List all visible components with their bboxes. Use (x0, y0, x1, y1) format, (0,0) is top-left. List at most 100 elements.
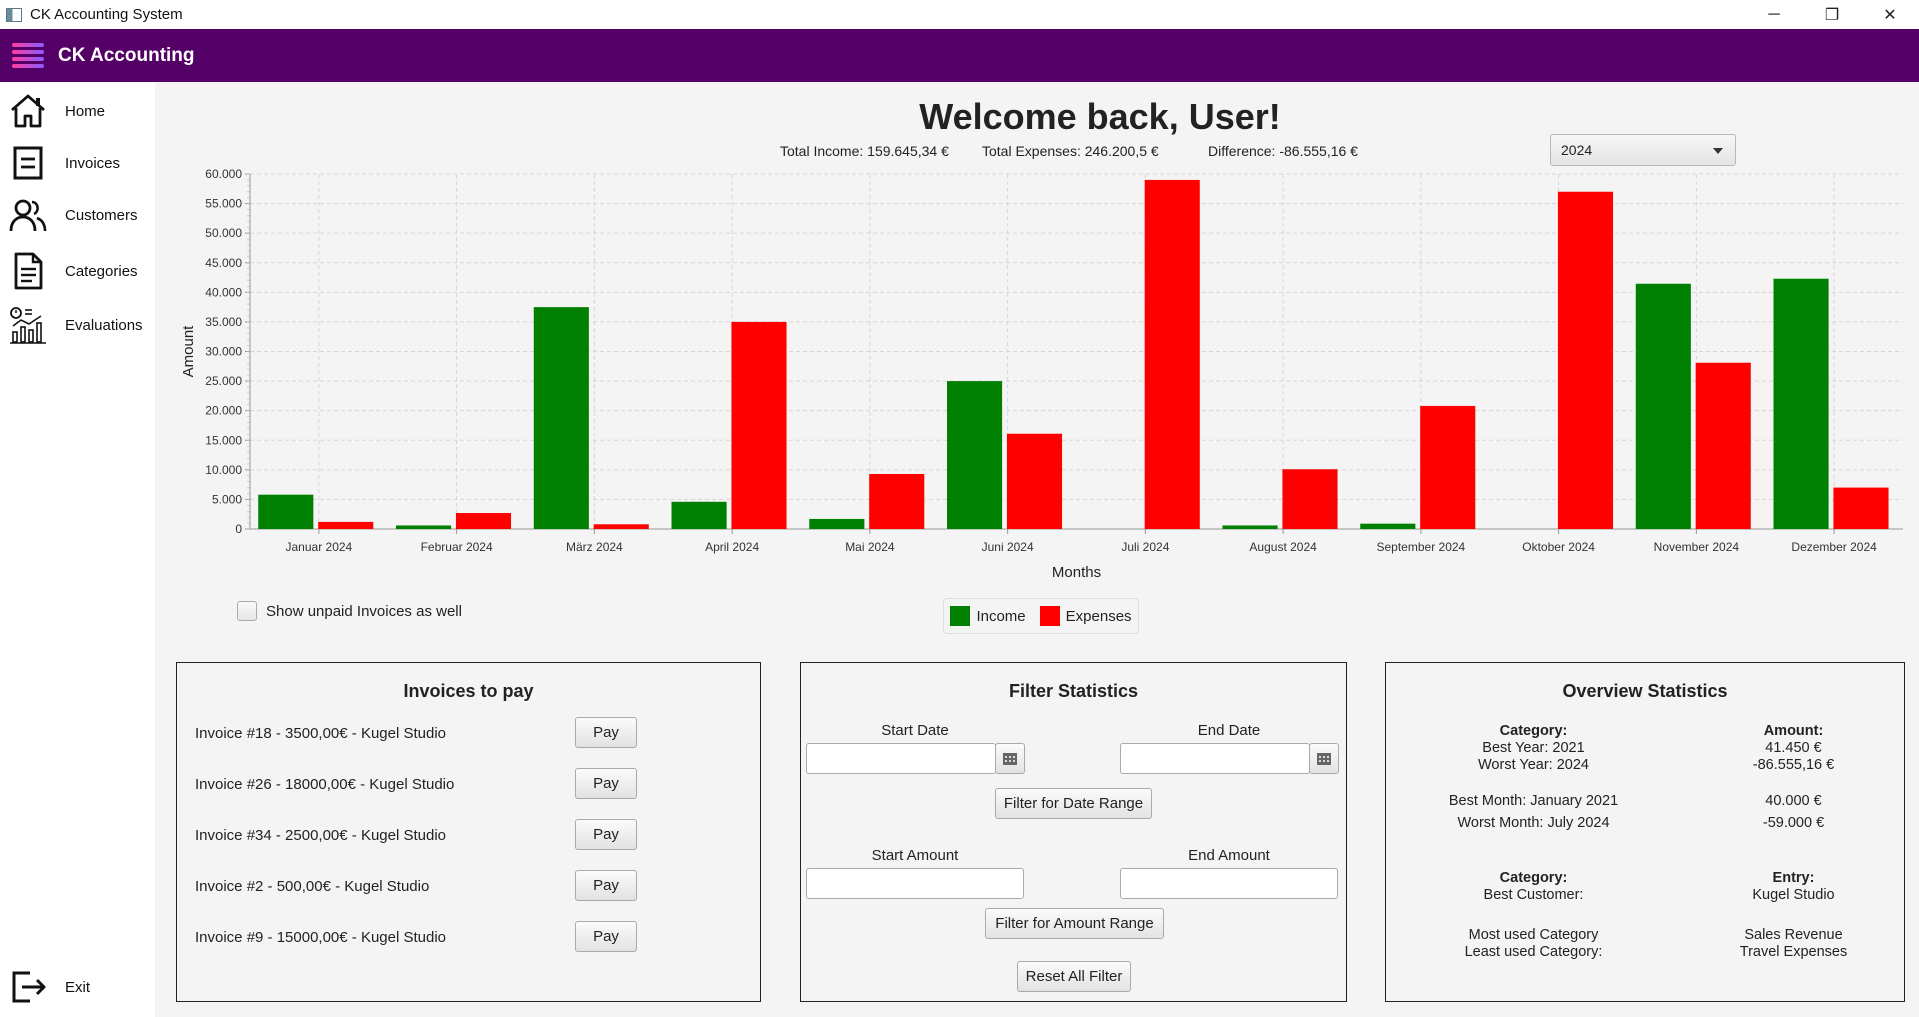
best-month-label: Best Month: January 2021 (1448, 793, 1619, 809)
bar-expenses (731, 321, 787, 529)
x-tick-label: Januar 2024 (286, 540, 353, 554)
filter-statistics-panel: Filter Statistics Start Date End Date Fi… (800, 662, 1347, 1002)
sidebar-item-label: Evaluations (65, 316, 143, 334)
x-tick-label: April 2024 (705, 540, 759, 554)
restore-button[interactable]: ❐ (1803, 0, 1861, 29)
bar-income (396, 525, 452, 529)
most-used-category-label: Most used Category (1468, 927, 1599, 943)
x-tick-label: Februar 2024 (421, 540, 493, 554)
end-date-field[interactable] (1120, 743, 1310, 774)
bar-expenses (1833, 487, 1889, 529)
sidebar-item-exit[interactable]: Exit (0, 962, 155, 1012)
sidebar-item-invoices[interactable]: Invoices (0, 138, 155, 188)
reset-all-filter-button[interactable]: Reset All Filter (1017, 961, 1131, 992)
bar-expenses (593, 524, 649, 529)
sidebar-item-categories[interactable]: Categories (0, 246, 155, 296)
invoice-text: Invoice #34 - 2500,00€ - Kugel Studio (195, 827, 447, 844)
x-tick-label: Juni 2024 (982, 540, 1034, 554)
amount-header: Amount: (1763, 723, 1824, 739)
end-date-calendar-button[interactable] (1309, 743, 1339, 774)
y-tick-label: 45.000 (205, 256, 242, 270)
start-date-label: Start Date (881, 722, 949, 739)
start-date-calendar-button[interactable] (995, 743, 1025, 774)
y-axis-label: Amount (180, 325, 197, 378)
invoice-text: Invoice #2 - 500,00€ - Kugel Studio (195, 878, 430, 895)
bar-expenses (1695, 362, 1751, 529)
monthly-income-expenses-chart: 0 5.000 10.000 15.000 20.000 25.000 30.000 35.0… (180, 167, 1903, 581)
list-item: Invoice #9 - 15000,00€ - Kugel Studio Pa… (195, 921, 637, 953)
legend-swatch-income (950, 606, 971, 626)
unpaid-invoices-toggle[interactable]: Show unpaid Invoices as well (237, 601, 462, 621)
x-tick-label: August 2024 (1249, 540, 1317, 554)
bar-income (1222, 525, 1278, 529)
close-button[interactable]: ✕ (1861, 0, 1919, 29)
pay-button[interactable]: Pay (575, 921, 637, 952)
worst-month-label: Worst Month: July 2024 (1457, 815, 1610, 831)
y-tick-label: 10.000 (205, 463, 242, 477)
y-tick-label: 60.000 (205, 167, 242, 181)
pay-button[interactable]: Pay (575, 870, 637, 901)
category-header-2: Category: (1499, 870, 1568, 886)
list-item: Invoice #2 - 500,00€ - Kugel Studio Pay (195, 870, 637, 902)
hamburger-menu-icon[interactable] (12, 42, 44, 69)
legend-label-income: Income (976, 607, 1026, 625)
sidebar-item-label: Customers (65, 206, 138, 224)
panel-title: Filter Statistics (1008, 681, 1139, 701)
window-controls: ─ ❐ ✕ (1745, 0, 1919, 29)
pay-button[interactable]: Pay (575, 768, 637, 799)
bar-income (671, 501, 727, 529)
window-title: CK Accounting System (30, 6, 183, 23)
end-amount-field[interactable] (1120, 868, 1338, 899)
y-tick-label: 15.000 (205, 433, 242, 447)
bar-income (533, 307, 589, 529)
most-used-category-value: Sales Revenue (1744, 927, 1843, 943)
least-used-category-label: Least used Category: (1464, 944, 1603, 960)
panel-title: Overview Statistics (1562, 681, 1728, 701)
start-amount-label: Start Amount (871, 847, 959, 864)
y-tick-label: 30.000 (205, 345, 242, 359)
y-tick-label: 0 (235, 522, 242, 536)
pay-button[interactable]: Pay (575, 717, 637, 748)
sidebar-item-label: Invoices (65, 154, 121, 172)
x-tick-label: Oktober 2024 (1522, 540, 1595, 554)
y-tick-label: 25.000 (205, 374, 242, 388)
sidebar-item-label: Categories (65, 262, 138, 280)
customers-icon (9, 199, 47, 232)
app-brand-title: CK Accounting (58, 44, 195, 66)
sidebar-item-evaluations[interactable]: Evaluations (0, 300, 155, 350)
x-axis-label: Months (1052, 564, 1101, 581)
pay-button[interactable]: Pay (575, 819, 637, 850)
unpaid-invoices-checkbox[interactable] (237, 601, 257, 621)
minimize-button[interactable]: ─ (1745, 0, 1803, 29)
list-item: Invoice #18 - 3500,00€ - Kugel Studio Pa… (195, 717, 637, 749)
sidebar-item-home[interactable]: Home (0, 86, 155, 136)
sidebar-item-label: Home (65, 102, 106, 120)
home-icon (11, 94, 45, 128)
bar-expenses (1006, 433, 1063, 529)
best-customer-value: Kugel Studio (1752, 887, 1835, 903)
best-month-amount: 40.000 € (1765, 793, 1822, 809)
unpaid-invoices-label: Show unpaid Invoices as well (266, 602, 462, 620)
bar-income (809, 518, 865, 529)
entry-header: Entry: (1772, 870, 1815, 886)
start-date-field[interactable] (806, 743, 996, 774)
app-window-icon (6, 7, 22, 22)
legend-item-expenses: Expenses (1039, 606, 1132, 626)
filter-date-range-button[interactable]: Filter for Date Range (995, 788, 1152, 819)
bar-income (1773, 278, 1829, 529)
y-tick-label: 50.000 (205, 226, 242, 240)
best-customer-label: Best Customer: (1483, 887, 1584, 903)
sidebar: Home Invoices Customers Categories Evalu… (0, 82, 155, 1017)
invoices-to-pay-panel: Invoices to pay Invoice #18 - 3500,00€ -… (176, 662, 761, 1002)
bar-expenses (869, 473, 925, 529)
filter-amount-range-button[interactable]: Filter for Amount Range (985, 908, 1164, 939)
sidebar-item-customers[interactable]: Customers (0, 190, 155, 240)
bar-income (1635, 283, 1691, 529)
x-tick-label: September 2024 (1377, 540, 1466, 554)
start-amount-field[interactable] (806, 868, 1024, 899)
x-tick-label: Mai 2024 (845, 540, 895, 554)
invoice-text: Invoice #9 - 15000,00€ - Kugel Studio (195, 929, 447, 946)
least-used-category-value: Travel Expenses (1739, 944, 1848, 960)
worst-month-amount: -59.000 € (1762, 815, 1825, 831)
end-date-label: End Date (1197, 722, 1261, 739)
